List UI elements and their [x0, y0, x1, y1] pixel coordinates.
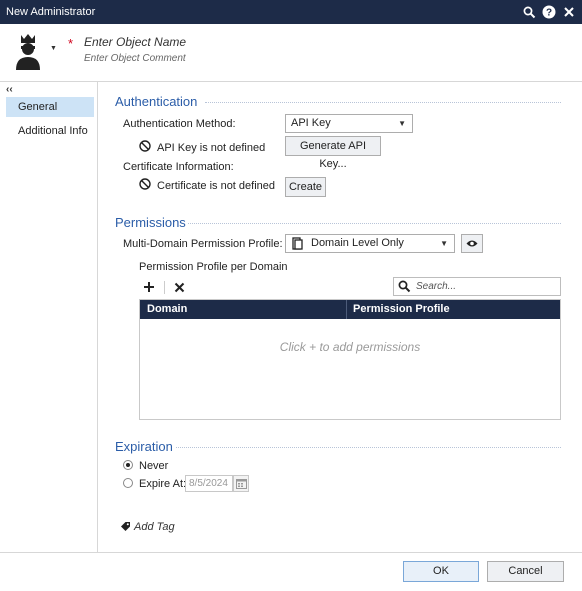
search-icon[interactable] [521, 4, 537, 20]
object-comment-field[interactable]: Enter Object Comment [84, 53, 186, 64]
collapse-sidebar-icon[interactable]: ‹‹ [6, 84, 13, 95]
sidebar: ‹‹ General Additional Info [0, 82, 98, 552]
avatar-dropdown-icon[interactable]: ▼ [50, 45, 57, 52]
expire-at-radio[interactable] [123, 478, 133, 488]
title-bar: New Administrator ? [0, 0, 582, 24]
eye-icon [466, 239, 478, 248]
never-label: Never [139, 460, 169, 472]
view-profile-button[interactable] [461, 234, 483, 253]
expiration-section-title: Expiration [115, 439, 173, 454]
per-domain-label: Permission Profile per Domain [139, 261, 288, 273]
profile-icon [291, 237, 303, 250]
toolbar-separator [164, 281, 165, 294]
section-divider [188, 223, 561, 224]
profile-label: Multi-Domain Permission Profile: [123, 238, 283, 250]
permission-profile-select[interactable]: Domain Level Only ▼ [285, 234, 455, 253]
chevron-down-icon: ▼ [398, 119, 406, 128]
ok-button[interactable]: OK [403, 561, 479, 582]
never-radio[interactable] [123, 460, 133, 470]
column-header-permission-profile[interactable]: Permission Profile [353, 303, 450, 315]
cert-info-label: Certificate Information: [123, 161, 234, 173]
cert-status: Certificate is not defined [157, 180, 276, 192]
auth-method-select[interactable]: API Key ▼ [285, 114, 413, 133]
expire-date-field[interactable]: 8/5/2024 [185, 475, 233, 492]
section-divider [205, 102, 561, 103]
add-icon[interactable] [143, 281, 155, 293]
administrator-avatar-icon[interactable] [12, 32, 44, 72]
expire-at-label: Expire At: [139, 478, 187, 490]
api-key-status: API Key is not defined [157, 142, 266, 154]
section-divider [176, 447, 561, 448]
authentication-section-title: Authentication [115, 94, 198, 109]
not-defined-icon [139, 140, 151, 152]
sidebar-item-additional-info[interactable]: Additional Info [6, 121, 94, 141]
close-icon[interactable] [561, 4, 577, 20]
add-tag-link[interactable]: Add Tag [134, 521, 175, 533]
search-icon [398, 280, 411, 293]
column-separator [346, 300, 347, 319]
calendar-button[interactable] [233, 475, 249, 492]
svg-text:?: ? [546, 8, 552, 19]
delete-icon[interactable] [174, 282, 185, 293]
profile-value: Domain Level Only [311, 237, 404, 249]
calendar-icon [236, 478, 247, 489]
help-icon[interactable]: ? [541, 4, 557, 20]
permissions-section-title: Permissions [115, 215, 186, 230]
permissions-table: Domain Permission Profile Click + to add… [139, 299, 561, 420]
auth-method-value: API Key [291, 117, 331, 129]
create-certificate-button[interactable]: Create [285, 177, 326, 197]
search-placeholder: Search... [416, 281, 457, 292]
window-title: New Administrator [6, 6, 96, 18]
required-asterisk: * [68, 36, 74, 51]
search-input[interactable]: Search... [393, 277, 561, 296]
cancel-button[interactable]: Cancel [487, 561, 564, 582]
chevron-down-icon: ▼ [440, 239, 448, 248]
not-defined-icon [139, 178, 151, 190]
column-header-domain[interactable]: Domain [147, 303, 187, 315]
auth-method-label: Authentication Method: [123, 118, 236, 130]
sidebar-item-general[interactable]: General [6, 97, 94, 117]
tag-icon[interactable] [120, 521, 131, 532]
object-name-field[interactable]: Enter Object Name [84, 35, 186, 49]
empty-table-message: Click + to add permissions [279, 340, 421, 354]
object-header: ▼ * Enter Object Name Enter Object Comme… [0, 24, 582, 82]
generate-api-key-button[interactable]: Generate API Key... [285, 136, 381, 170]
table-header: Domain Permission Profile [140, 300, 560, 319]
dialog-footer: OK Cancel [0, 552, 582, 591]
